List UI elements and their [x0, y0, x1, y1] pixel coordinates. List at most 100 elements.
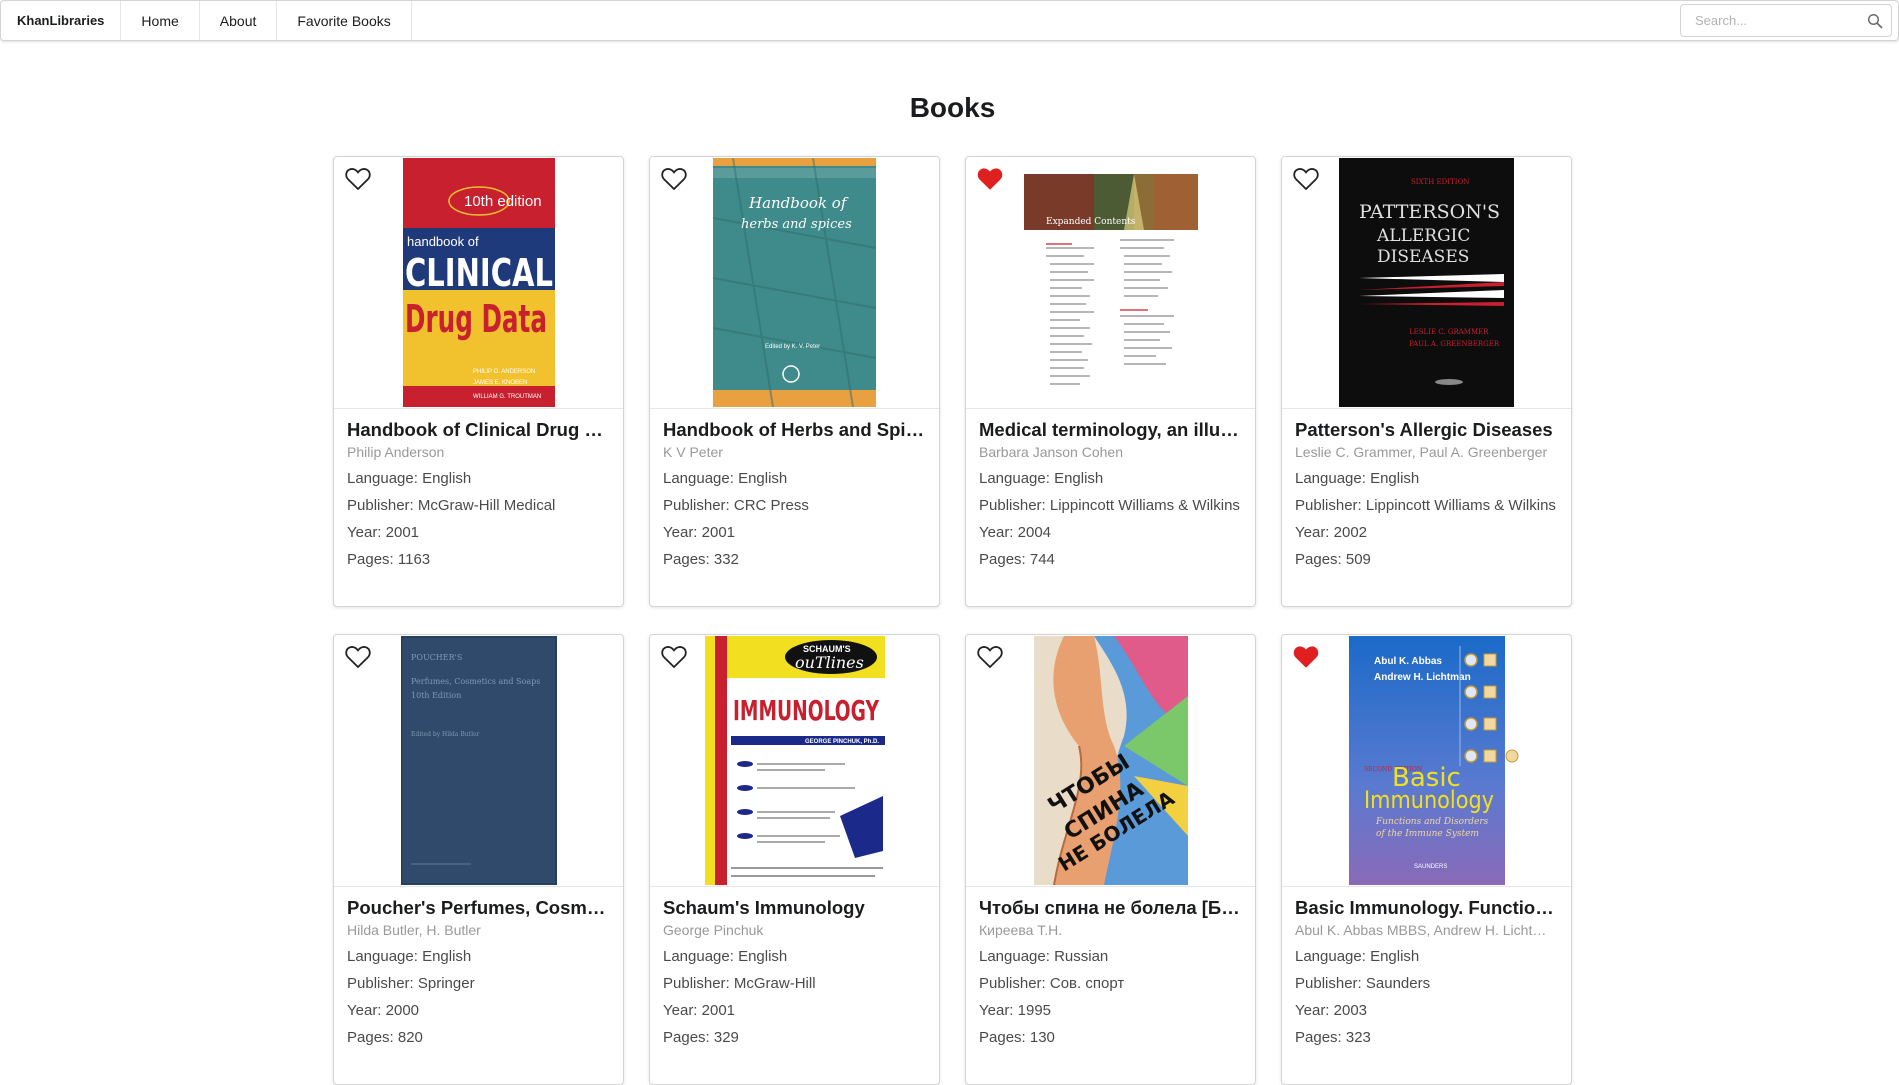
- cover-text: ouTlines: [795, 653, 864, 672]
- book-publisher: Publisher: Lippincott Williams & Wilkins: [1295, 497, 1558, 515]
- book-title[interactable]: Handbook of Clinical Drug Data: [347, 419, 610, 441]
- book-title[interactable]: Handbook of Herbs and Spices: [663, 419, 926, 441]
- cover-text: of the Immune System: [1376, 829, 1479, 839]
- favorite-heart-icon[interactable]: [661, 645, 687, 669]
- cover-text: PAUL A. GREENBERGER: [1409, 340, 1500, 348]
- cover-text: SIXTH EDITION: [1411, 178, 1469, 186]
- nav-home-link[interactable]: Home: [121, 1, 200, 40]
- search-input[interactable]: [1693, 12, 1867, 29]
- cover-text: IMMUNOLOGY: [733, 694, 879, 727]
- nav-favorite-books-link[interactable]: Favorite Books: [277, 1, 412, 40]
- book-card[interactable]: Handbook of herbs and spices Edited by K…: [649, 156, 940, 607]
- favorite-heart-icon[interactable]: [1293, 645, 1319, 669]
- nav-about-link[interactable]: About: [200, 1, 278, 40]
- book-year: Year: 2004: [979, 524, 1242, 542]
- book-title[interactable]: Basic Immunology. Functions and Disorder…: [1295, 897, 1558, 919]
- book-publisher: Publisher: Springer: [347, 975, 610, 993]
- publisher-value: Сов. спорт: [1049, 975, 1125, 992]
- book-title[interactable]: Poucher's Perfumes, Cosmetics and Soaps: [347, 897, 610, 919]
- language-value: English: [1370, 948, 1420, 965]
- book-publisher: Publisher: McGraw-Hill Medical: [347, 497, 610, 515]
- book-year: Year: 2001: [663, 1002, 926, 1020]
- language-label: Language:: [979, 470, 1055, 487]
- language-label: Language:: [663, 470, 739, 487]
- book-card-content: Handbook of Clinical Drug Data Philip An…: [334, 409, 623, 569]
- language-label: Language:: [1295, 470, 1371, 487]
- pages-value: 820: [397, 1029, 423, 1046]
- book-language: Language: English: [979, 470, 1242, 488]
- publisher-value: CRC Press: [733, 497, 809, 514]
- publisher-label: Publisher:: [1295, 497, 1366, 514]
- book-title[interactable]: Чтобы спина не болела [Болезни позвоночн…: [979, 897, 1242, 919]
- book-title[interactable]: Schaum's Immunology: [663, 897, 926, 919]
- year-value: 1995: [1017, 1002, 1052, 1019]
- book-cover-area[interactable]: Abul K. Abbas Andrew H. Lichtman SECOND …: [1282, 635, 1571, 887]
- pages-label: Pages:: [1295, 551, 1346, 568]
- cover-text: Immunology: [1364, 786, 1494, 814]
- book-cover-area[interactable]: 10th edition handbook of CLINICAL Drug D…: [334, 157, 623, 409]
- cover-text: 10th Edition: [411, 691, 461, 700]
- cover-text: CLINICAL: [405, 251, 553, 295]
- book-card[interactable]: Expanded Contents Medical terminology, a…: [965, 156, 1256, 607]
- book-cover-area[interactable]: Expanded Contents: [966, 157, 1255, 409]
- book-cover-image: 10th edition handbook of CLINICAL Drug D…: [402, 158, 555, 407]
- page-title: Books: [909, 92, 996, 123]
- book-authors: Abul K. Abbas MBBS, Andrew H. Lichtman: [1295, 922, 1558, 938]
- favorite-heart-icon[interactable]: [977, 645, 1003, 669]
- search-icon[interactable]: [1867, 13, 1883, 29]
- publisher-label: Publisher:: [1295, 975, 1366, 992]
- brand-logo[interactable]: KhanLibraries: [1, 1, 122, 40]
- cover-text: Edited by K. V. Peter: [765, 344, 820, 350]
- cover-text: Abul K. Abbas: [1374, 656, 1442, 667]
- year-value: 2000: [385, 1002, 420, 1019]
- book-authors: Киреева Т.Н.: [979, 922, 1063, 938]
- year-value: 2002: [1333, 524, 1368, 541]
- book-year: Year: 2000: [347, 1002, 610, 1020]
- book-cover-area[interactable]: ЧТОБЫ СПИНА НЕ БОЛЕЛА: [966, 635, 1255, 887]
- book-cover-area[interactable]: SIXTH EDITION PATTERSON'S ALLERGIC DISEA…: [1282, 157, 1571, 409]
- book-card[interactable]: 10th edition handbook of CLINICAL Drug D…: [333, 156, 624, 607]
- pages-label: Pages:: [979, 1029, 1030, 1046]
- year-label: Year:: [979, 1002, 1018, 1019]
- book-card[interactable]: SCHAUM'S ouTlines IMMUNOLOGY GEORGE PINC…: [649, 634, 940, 1085]
- publisher-value: Lippincott Williams & Wilkins: [1049, 497, 1240, 514]
- cover-text: LESLIE C. GRAMMER: [1409, 328, 1489, 336]
- publisher-value: McGraw-Hill: [733, 975, 816, 992]
- top-navbar: KhanLibraries Home About Favorite Books: [0, 0, 1899, 41]
- favorite-heart-icon[interactable]: [345, 645, 371, 669]
- book-publisher: Publisher: Сов. спорт: [979, 975, 1242, 993]
- year-value: 2003: [1333, 1002, 1368, 1019]
- pages-label: Pages:: [979, 551, 1030, 568]
- pages-label: Pages:: [347, 1029, 398, 1046]
- publisher-label: Publisher:: [663, 975, 734, 992]
- book-cover-area[interactable]: Handbook of herbs and spices Edited by K…: [650, 157, 939, 409]
- cover-text: Edited by Hilda Butler: [411, 731, 480, 738]
- favorite-heart-icon[interactable]: [977, 167, 1003, 191]
- year-value: 2004: [1017, 524, 1052, 541]
- book-cover-image: Expanded Contents: [1023, 158, 1198, 407]
- book-year: Year: 2001: [347, 524, 610, 542]
- book-authors: Leslie C. Grammer, Paul A. Greenberger: [1295, 444, 1548, 460]
- publisher-label: Publisher:: [663, 497, 734, 514]
- book-card[interactable]: Abul K. Abbas Andrew H. Lichtman SECOND …: [1281, 634, 1572, 1085]
- favorite-heart-icon[interactable]: [1293, 167, 1319, 191]
- book-year: Year: 1995: [979, 1002, 1242, 1020]
- book-cover-area[interactable]: SCHAUM'S ouTlines IMMUNOLOGY GEORGE PINC…: [650, 635, 939, 887]
- book-cover-image: SIXTH EDITION PATTERSON'S ALLERGIC DISEA…: [1339, 158, 1514, 407]
- book-card[interactable]: POUCHER'S Perfumes, Cosmetics and Soaps …: [333, 634, 624, 1085]
- year-label: Year:: [347, 524, 386, 541]
- year-label: Year:: [1295, 524, 1334, 541]
- favorite-heart-icon[interactable]: [661, 167, 687, 191]
- book-title[interactable]: Patterson's Allergic Diseases: [1295, 419, 1558, 441]
- cover-text: DISEASES: [1377, 247, 1469, 267]
- book-card-content: Basic Immunology. Functions and Disorder…: [1282, 887, 1571, 1047]
- pages-value: 329: [713, 1029, 739, 1046]
- cover-text: PHILIP O. ANDERSON: [473, 369, 535, 375]
- book-title[interactable]: Medical terminology, an illustrated guid…: [979, 419, 1242, 441]
- favorite-heart-icon[interactable]: [345, 167, 371, 191]
- book-card[interactable]: SIXTH EDITION PATTERSON'S ALLERGIC DISEA…: [1281, 156, 1572, 607]
- book-cover-area[interactable]: POUCHER'S Perfumes, Cosmetics and Soaps …: [334, 635, 623, 887]
- book-language: Language: English: [347, 948, 610, 966]
- cover-text: PATTERSON'S: [1359, 201, 1500, 223]
- book-card[interactable]: ЧТОБЫ СПИНА НЕ БОЛЕЛА Чтобы спина не бол…: [965, 634, 1256, 1085]
